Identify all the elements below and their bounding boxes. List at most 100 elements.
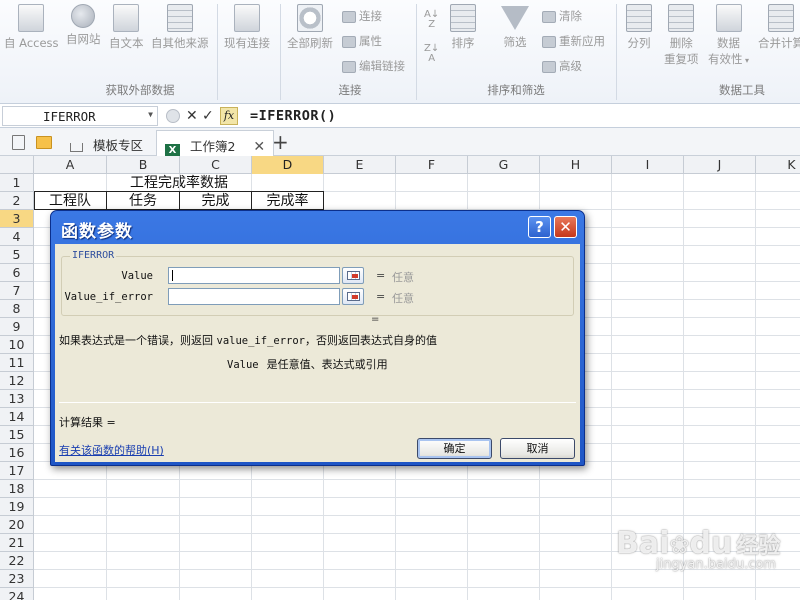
- filter-icon: [501, 6, 529, 30]
- formula-input[interactable]: =IFERROR(): [250, 108, 336, 124]
- row-header-3[interactable]: 3: [0, 210, 34, 228]
- divider: [416, 4, 417, 100]
- from-other-sources-button[interactable]: 自其他来源: [151, 4, 209, 51]
- column-header-b[interactable]: B: [107, 156, 180, 174]
- row-header-16[interactable]: 16: [0, 444, 34, 462]
- gridline: [34, 479, 800, 480]
- value-if-error-input[interactable]: [168, 288, 340, 305]
- row-header-9[interactable]: 9: [0, 318, 34, 336]
- row-header-15[interactable]: 15: [0, 426, 34, 444]
- help-link[interactable]: 有关该函数的帮助(H): [59, 442, 164, 458]
- gridline: [34, 587, 800, 588]
- home-icon: [70, 143, 83, 152]
- function-arguments-dialog: 函数参数 ? ✕ IFERROR Value = 任意 Value_if_err…: [50, 210, 585, 466]
- data-validation-button[interactable]: 数据 有效性 ▾: [708, 4, 749, 67]
- value-collapse-button[interactable]: [342, 267, 364, 284]
- value-input[interactable]: [168, 267, 340, 284]
- expand-circle-icon: [166, 109, 180, 123]
- consolidate-button[interactable]: 合并计算: [758, 4, 800, 51]
- column-header-g[interactable]: G: [468, 156, 540, 174]
- row-header-1[interactable]: 1: [0, 174, 34, 192]
- tab-workbook2[interactable]: X 工作簿2 ✕: [156, 130, 275, 158]
- from-access-button[interactable]: 自 Access: [4, 4, 59, 51]
- cancel-formula-button[interactable]: ✕: [186, 108, 198, 124]
- row-header-10[interactable]: 10: [0, 336, 34, 354]
- row-header-13[interactable]: 13: [0, 390, 34, 408]
- column-header-f[interactable]: F: [396, 156, 468, 174]
- folder-icon[interactable]: [36, 136, 52, 149]
- sort-az-icon[interactable]: A↓ Z: [424, 10, 439, 30]
- ribbon: 自 Access 自网站 自文本 自其他来源 现有连接 获取外部数据 全部刷新 …: [0, 0, 800, 104]
- column-header-j[interactable]: J: [684, 156, 756, 174]
- column-header-e[interactable]: E: [324, 156, 396, 174]
- sort-button[interactable]: 排序: [450, 4, 476, 51]
- argument-description: Value 是任意值、表达式或引用: [227, 358, 388, 371]
- reapply-button[interactable]: 重新应用: [542, 33, 605, 49]
- link-icon: [342, 60, 356, 73]
- advanced-button[interactable]: 高级: [542, 58, 582, 74]
- close-button[interactable]: ✕: [554, 216, 577, 238]
- advanced-filter-icon: [542, 60, 556, 73]
- other-sources-icon: [166, 4, 193, 32]
- divider: [59, 402, 576, 403]
- edit-links-button[interactable]: 编辑链接: [342, 58, 405, 74]
- row-header-21[interactable]: 21: [0, 534, 34, 552]
- existing-connections-icon: [234, 4, 260, 32]
- text-to-columns-button[interactable]: 分列: [626, 4, 652, 51]
- column-header-k[interactable]: K: [756, 156, 800, 174]
- column-header-i[interactable]: I: [612, 156, 684, 174]
- row-header-5[interactable]: 5: [0, 246, 34, 264]
- column-header-c[interactable]: C: [180, 156, 252, 174]
- row-header-14[interactable]: 14: [0, 408, 34, 426]
- remove-duplicates-button[interactable]: 删除 重复项: [664, 4, 699, 67]
- calculation-result: 计算结果 =: [59, 416, 116, 429]
- row-header-6[interactable]: 6: [0, 264, 34, 282]
- column-header-h[interactable]: H: [540, 156, 612, 174]
- arg-label-value-if-error: Value_if_error: [64, 291, 153, 303]
- tab-template-zone[interactable]: 模板专区: [62, 130, 151, 156]
- properties-button[interactable]: 属性: [342, 33, 382, 49]
- row-header-4[interactable]: 4: [0, 228, 34, 246]
- row-header-19[interactable]: 19: [0, 498, 34, 516]
- clear-button[interactable]: 清除: [542, 8, 582, 24]
- refresh-icon: [297, 4, 323, 32]
- existing-connections-button[interactable]: 现有连接: [224, 4, 270, 51]
- value-if-error-collapse-button[interactable]: [342, 288, 364, 305]
- formula-bar: IFERROR ▼ ✕ ✓ fx =IFERROR(): [0, 104, 800, 128]
- refresh-all-button[interactable]: 全部刷新: [287, 4, 333, 51]
- divider: [616, 4, 617, 100]
- gridline: [611, 174, 612, 600]
- arg-label-value: Value: [121, 270, 153, 282]
- enter-formula-button[interactable]: ✓: [202, 108, 214, 124]
- insert-function-button[interactable]: fx: [220, 107, 238, 125]
- from-text-button[interactable]: 自文本: [109, 4, 144, 51]
- row-header-2[interactable]: 2: [0, 192, 34, 210]
- new-document-icon[interactable]: [12, 135, 25, 150]
- filter-button[interactable]: 筛选: [501, 6, 529, 50]
- column-header-a[interactable]: A: [34, 156, 107, 174]
- cancel-button[interactable]: 取消: [500, 438, 575, 459]
- split-columns-icon: [626, 4, 652, 32]
- help-button[interactable]: ?: [528, 216, 551, 238]
- row-header-11[interactable]: 11: [0, 354, 34, 372]
- name-box[interactable]: IFERROR ▼: [2, 106, 158, 126]
- row-header-17[interactable]: 17: [0, 462, 34, 480]
- row-header-23[interactable]: 23: [0, 570, 34, 588]
- close-icon[interactable]: ✕: [253, 139, 265, 155]
- row-header-18[interactable]: 18: [0, 480, 34, 498]
- connections-button[interactable]: 连接: [342, 8, 382, 24]
- column-header-d[interactable]: D: [252, 156, 324, 174]
- ok-button[interactable]: 确定: [417, 438, 492, 459]
- from-web-button[interactable]: 自网站: [66, 4, 101, 47]
- divider: [280, 4, 281, 100]
- chevron-down-icon: ▼: [148, 110, 153, 119]
- row-header-12[interactable]: 12: [0, 372, 34, 390]
- new-tab-button[interactable]: +: [272, 130, 289, 154]
- row-header-24[interactable]: 24: [0, 588, 34, 600]
- select-all-corner[interactable]: [0, 156, 34, 174]
- row-header-7[interactable]: 7: [0, 282, 34, 300]
- row-header-20[interactable]: 20: [0, 516, 34, 534]
- sort-za-icon[interactable]: Z↓ A: [424, 44, 439, 64]
- row-header-8[interactable]: 8: [0, 300, 34, 318]
- row-header-22[interactable]: 22: [0, 552, 34, 570]
